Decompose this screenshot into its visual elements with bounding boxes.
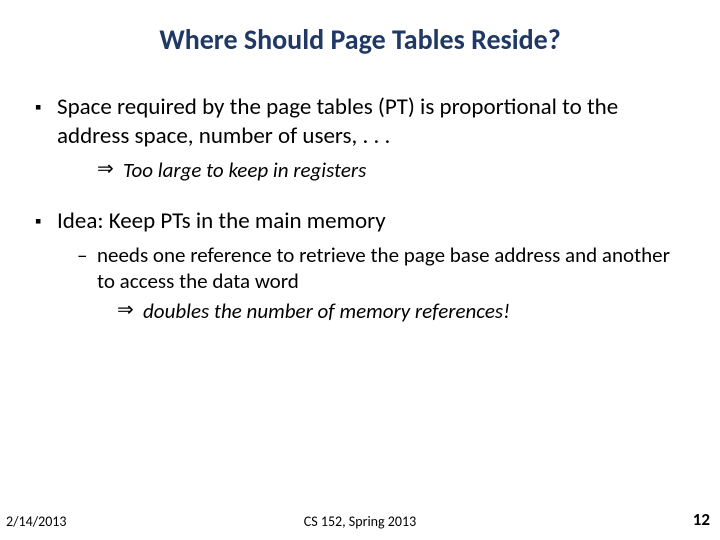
bullet-2-sub-text: doubles the number of memory references! — [143, 298, 510, 324]
bullet-1-sub-text: Too large to keep in registers — [123, 157, 366, 183]
slide-body: ▪ Space required by the page tables (PT)… — [0, 67, 720, 324]
bullet-marker: ▪ — [35, 93, 57, 151]
bullet-1: ▪ Space required by the page tables (PT)… — [35, 93, 685, 151]
bullet-2-dash: – needs one reference to retrieve the pa… — [77, 242, 685, 295]
implies-icon: ⇒ — [97, 157, 123, 183]
slide-title: Where Should Page Tables Reside? — [0, 0, 720, 67]
bullet-2: ▪ Idea: Keep PTs in the main memory — [35, 207, 685, 236]
implies-icon: ⇒ — [117, 298, 143, 324]
bullet-2-sub: ⇒ doubles the number of memory reference… — [117, 298, 685, 324]
bullet-1-text: Space required by the page tables (PT) i… — [57, 93, 685, 151]
bullet-1-sub: ⇒ Too large to keep in registers — [97, 157, 685, 183]
bullet-2-group: ▪ Idea: Keep PTs in the main memory – ne… — [35, 207, 685, 325]
footer-page-number: 12 — [693, 509, 710, 530]
bullet-marker: ▪ — [35, 207, 57, 236]
dash-marker: – — [77, 242, 97, 295]
slide: Where Should Page Tables Reside? ▪ Space… — [0, 0, 720, 540]
bullet-2-text: Idea: Keep PTs in the main memory — [57, 207, 685, 236]
footer-course: CS 152, Spring 2013 — [0, 513, 720, 530]
bullet-2-dash-text: needs one reference to retrieve the page… — [97, 242, 685, 295]
